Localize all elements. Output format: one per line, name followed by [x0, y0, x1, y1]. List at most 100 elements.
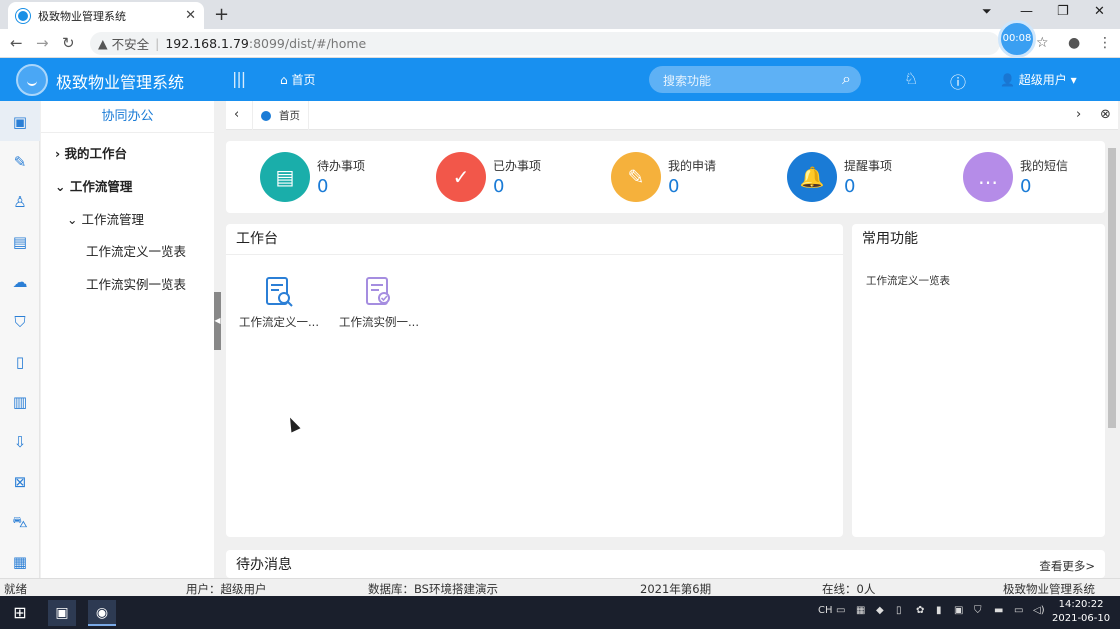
- windows-taskbar: ⊞ ▣ ◉ CH ▭ ▦ ◆ ▯ ✿ ▮ ▣ ⛉ ▬ ▭ ◁) 14:20:22…: [0, 596, 1120, 629]
- shortcut-workflow-instances[interactable]: 工作流实例一...: [334, 276, 424, 330]
- network-icon[interactable]: ▭: [1014, 605, 1023, 616]
- tree-item-workflow-definitions[interactable]: 工作流定义一览表: [86, 241, 186, 260]
- app-taskbar-icon[interactable]: ▣: [48, 600, 76, 626]
- door-icon[interactable]: ▯: [10, 352, 30, 372]
- app-logo-icon: [16, 64, 48, 96]
- system-clock[interactable]: 14:20:22 2021-06-10: [1052, 598, 1110, 626]
- tree-item-workflow-group[interactable]: ⌄ 工作流管理: [55, 176, 132, 195]
- user-menu[interactable]: 👤 超级用户 ▾: [1000, 71, 1077, 88]
- shortcut-label: 工作流实例一...: [339, 315, 419, 329]
- car-icon[interactable]: ⛍: [10, 512, 30, 532]
- menu-toggle-icon[interactable]: |||: [232, 69, 246, 88]
- url-separator: |: [155, 36, 160, 51]
- chevron-right-icon: ›: [55, 146, 65, 161]
- restore-icon[interactable]: ❐: [1057, 4, 1069, 19]
- reload-icon[interactable]: ↻: [62, 34, 75, 52]
- bookmark-star-icon[interactable]: ☆: [1036, 35, 1049, 51]
- close-tab-icon[interactable]: ✕: [185, 8, 196, 23]
- minimize-icon[interactable]: —: [1020, 4, 1033, 19]
- bill-icon[interactable]: ▦: [10, 552, 30, 572]
- battery-icon[interactable]: ▬: [994, 605, 1003, 616]
- search-input[interactable]: 搜索功能 ⌕: [649, 66, 861, 93]
- recording-timer-badge: 00:08: [998, 20, 1036, 58]
- tray-app-icon[interactable]: ▦: [856, 605, 865, 616]
- status-period: 2021年第6期: [640, 582, 712, 596]
- volume-icon[interactable]: ◁): [1033, 605, 1045, 616]
- stat-label: 已办事项: [493, 159, 542, 173]
- briefcase-icon[interactable]: ▣: [10, 112, 30, 132]
- home-nav-button[interactable]: ⌂ 首页: [280, 71, 315, 88]
- download-icon[interactable]: ⇩: [10, 432, 30, 452]
- usb-icon[interactable]: ▯: [896, 605, 902, 616]
- common-function-item[interactable]: 工作流定义一览表: [866, 273, 950, 288]
- message-icon: …: [963, 152, 1013, 202]
- home-icon: ⌂: [280, 73, 288, 87]
- site-favicon-icon: [16, 8, 30, 23]
- tree-item-workflow-subgroup[interactable]: ⌄ 工作流管理: [67, 209, 144, 228]
- page-scrollbar[interactable]: [1106, 140, 1118, 578]
- browser-tabstrip: 极致物业管理系统 ✕ + ⏷ — ❐ ✕: [0, 0, 1120, 29]
- person-icon[interactable]: ♙: [10, 192, 30, 212]
- help-icon[interactable]: ⓘ: [950, 69, 966, 93]
- tree-item-workflow-instances[interactable]: 工作流实例一览表: [86, 274, 186, 293]
- new-tab-icon[interactable]: +: [214, 4, 229, 25]
- shield-icon[interactable]: ⛉: [10, 312, 30, 332]
- forward-icon[interactable]: →: [36, 34, 49, 52]
- microphone-icon[interactable]: ▮: [936, 605, 942, 616]
- tree-item-my-workbench[interactable]: › 我的工作台: [55, 143, 127, 162]
- stat-count: 0: [1020, 176, 1032, 197]
- back-icon[interactable]: ←: [10, 34, 23, 52]
- cloud-icon[interactable]: ☁: [10, 272, 30, 292]
- common-functions-title: 常用功能: [862, 231, 918, 247]
- bell-icon: 🔔: [787, 152, 837, 202]
- address-bar-row: ← → ↻ ▲ 不安全 | 192.168.1.79 :8099/dist/#/…: [0, 29, 1120, 58]
- scrollbar-thumb[interactable]: [1108, 148, 1116, 428]
- tab-title: 极致物业管理系统: [38, 9, 126, 23]
- edit-icon[interactable]: ✎: [10, 152, 30, 172]
- user-name: 超级用户: [1018, 73, 1067, 87]
- status-database: 数据库：BS环境搭建演示: [368, 582, 498, 596]
- page-tab-home[interactable]: 首页: [252, 101, 309, 130]
- url-input[interactable]: ▲ 不安全 | 192.168.1.79 :8099/dist/#/home: [90, 32, 1000, 55]
- status-bar: 就绪 用户：超级用户 数据库：BS环境搭建演示 2021年第6期 在线：0人 极…: [0, 578, 1120, 596]
- collapse-sidebar-handle[interactable]: ◀: [214, 292, 221, 350]
- chrome-taskbar-icon[interactable]: ◉: [88, 600, 116, 626]
- ime-indicator[interactable]: CH: [818, 605, 833, 616]
- browser-menu-icon[interactable]: ⋮: [1098, 35, 1112, 51]
- tree-section-title: 协同办公: [41, 101, 214, 133]
- window-close-icon[interactable]: ✕: [1094, 4, 1105, 19]
- start-windows-icon[interactable]: ⊞: [6, 600, 34, 626]
- shortcut-workflow-definitions[interactable]: 工作流定义一...: [234, 276, 324, 330]
- keyboard-icon[interactable]: ▭: [836, 605, 845, 616]
- app-header: 极致物业管理系统 ||| ⌂ 首页 搜索功能 ⌕ ♘ ⓘ 👤 超级用户 ▾: [0, 58, 1120, 101]
- pending-messages-title: 待办消息: [236, 557, 292, 573]
- tray-app-icon[interactable]: ✿: [916, 605, 924, 616]
- skin-icon[interactable]: ♘: [904, 69, 918, 88]
- tray-app-icon[interactable]: ◆: [876, 605, 884, 616]
- profile-menu-icon[interactable]: ⏷: [982, 4, 992, 19]
- ticket-icon[interactable]: ⊠: [10, 472, 30, 492]
- view-more-link[interactable]: 查看更多>: [1039, 558, 1095, 574]
- page-tabs-bar: ‹ 首页 › ⊗: [226, 101, 1118, 130]
- shortcut-label: 工作流定义一...: [239, 315, 319, 329]
- todo-icon: ▤: [260, 152, 310, 202]
- account-icon[interactable]: ●: [1068, 35, 1080, 51]
- report-icon[interactable]: ▤: [10, 232, 30, 252]
- browser-tab[interactable]: 极致物业管理系统 ✕: [8, 2, 204, 29]
- pending-messages-panel: 待办消息 查看更多>: [226, 550, 1105, 578]
- url-path: :8099/dist/#/home: [248, 36, 367, 51]
- tabs-scroll-right-icon[interactable]: ›: [1076, 107, 1081, 122]
- tray-app-icon[interactable]: ▣: [954, 605, 963, 616]
- stats-summary: ▤ 待办事项 0 ✓ 已办事项 0 ✎ 我的申请 0 🔔 提醒事项 0 … 我的…: [226, 141, 1105, 213]
- tabs-scroll-left-icon[interactable]: ‹: [234, 107, 239, 122]
- search-icon[interactable]: ⌕: [842, 69, 851, 89]
- warning-icon: ▲: [98, 36, 108, 51]
- insecure-label: 不安全: [111, 37, 150, 52]
- document-check-icon: [366, 277, 390, 305]
- stat-label: 待办事项: [317, 159, 366, 173]
- status-system: 极致物业管理系统: [1003, 582, 1095, 596]
- close-all-tabs-icon[interactable]: ⊗: [1100, 107, 1111, 122]
- building-icon[interactable]: ▥: [10, 392, 30, 412]
- tree-item-label: 工作流管理: [69, 179, 133, 194]
- security-icon[interactable]: ⛉: [974, 605, 982, 616]
